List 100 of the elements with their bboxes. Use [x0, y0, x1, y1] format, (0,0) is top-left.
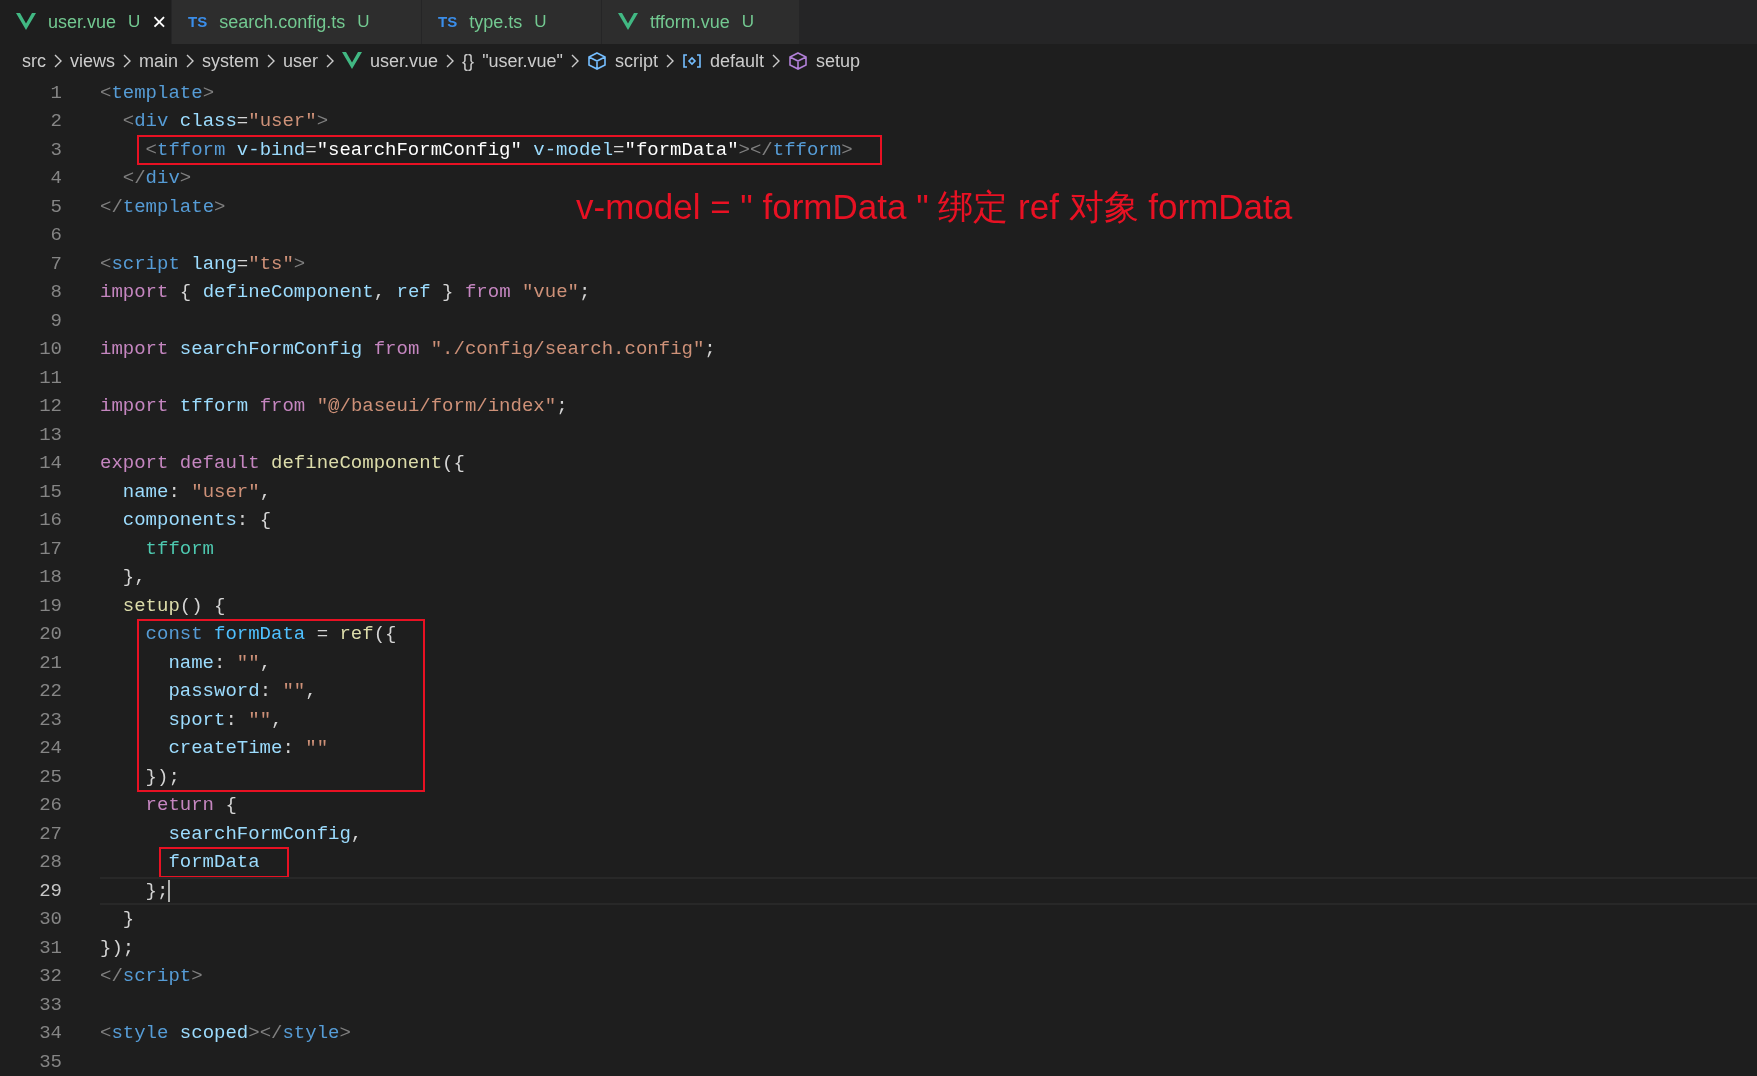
line-number: 24 [39, 736, 62, 761]
code-line: } [121, 907, 135, 932]
code-line: <style scoped></style> [100, 1021, 351, 1046]
line-number: 6 [50, 223, 62, 248]
git-status: U [534, 11, 547, 34]
editor-tab[interactable]: TS type.ts U [422, 0, 602, 45]
chevron-right-icon [771, 53, 782, 70]
line-number: 12 [39, 394, 62, 419]
code-line: return { [144, 793, 237, 818]
line-number: 13 [39, 422, 62, 448]
line-number: 31 [39, 935, 62, 961]
code-line: createTime: "" [167, 736, 329, 761]
code-line: <div class="user"> [121, 109, 329, 134]
line-number: 19 [39, 593, 62, 619]
line-number: 22 [39, 679, 62, 704]
line-number: 17 [39, 536, 62, 562]
line-number: 33 [39, 992, 62, 1018]
code-line: formData [168, 850, 260, 875]
code-line: searchFormConfig, [167, 821, 363, 847]
editor-tab[interactable]: tfform.vue U [602, 0, 800, 45]
code-line: import { defineComponent, ref } from "vue"; [100, 280, 591, 305]
git-status: U [357, 11, 370, 34]
breadcrumb-item[interactable]: main [139, 47, 179, 75]
line-number: 25 [39, 764, 62, 790]
line-number: 4 [50, 166, 62, 191]
line-number: 26 [39, 793, 62, 818]
tab-label: tfform.vue [650, 10, 730, 34]
chevron-right-icon [266, 53, 277, 70]
code-line: }, [121, 565, 146, 590]
breadcrumb-item[interactable]: system [202, 47, 260, 75]
breadcrumb-item[interactable]: src [22, 47, 46, 75]
chevron-right-icon [569, 53, 580, 70]
code-line: sport: "", [167, 707, 283, 733]
line-number: 20 [39, 622, 62, 647]
breadcrumb-item[interactable]: user [283, 47, 319, 75]
line-number: 18 [39, 565, 62, 590]
code-line: </script> [100, 964, 203, 989]
line-number: 32 [39, 964, 62, 989]
code-line: <tfform v-bind="searchFormConfig" v-model="formData"></tfform> [145, 137, 853, 163]
breadcrumb-item[interactable]: default [710, 47, 765, 75]
code-line: setup() { [121, 593, 226, 619]
line-number: 21 [39, 650, 62, 676]
line-number: 15 [39, 479, 62, 505]
chevron-right-icon [185, 53, 196, 70]
line-number: 30 [39, 907, 62, 932]
line-number: 2 [50, 109, 62, 134]
line-number: 28 [39, 850, 62, 875]
code-line: }); [145, 764, 180, 790]
code-line: components: { [121, 508, 272, 533]
brackets-icon [682, 53, 702, 70]
git-status: U [741, 11, 754, 34]
code-line: name: "", [167, 650, 272, 676]
breadcrumb-item[interactable]: script [614, 47, 658, 75]
line-number: 7 [50, 251, 62, 277]
tab-label: user.vue [48, 10, 117, 34]
code-line: tfform [144, 536, 215, 562]
chevron-right-icon [53, 53, 63, 70]
line-number: 5 [50, 194, 62, 220]
ts-file-icon: TS [438, 10, 458, 34]
editor-tab[interactable]: TS search.config.ts U [172, 0, 422, 45]
vue-icon [16, 13, 36, 32]
code-line: name: "user", [121, 479, 272, 505]
breadcrumb-item[interactable]: user.vue [370, 47, 439, 75]
vue-icon [618, 13, 638, 32]
editor-tab[interactable]: user.vue U × [0, 0, 172, 45]
breadcrumb-item[interactable]: setup [816, 47, 861, 75]
line-number: 9 [50, 308, 62, 334]
breadcrumb-item[interactable]: views [70, 47, 115, 75]
chevron-right-icon [445, 53, 456, 70]
chevron-right-icon [325, 53, 336, 70]
tab-label: type.ts [469, 10, 523, 34]
code-line: export default defineComponent({ [100, 451, 465, 476]
breadcrumb-item[interactable]: "user.vue" [482, 47, 563, 75]
code-line: </div> [121, 166, 192, 191]
code-line: import searchFormConfig from "./config/search.config"; [100, 337, 716, 362]
code-line: </template> [100, 194, 226, 220]
line-number: 11 [39, 365, 62, 391]
close-icon[interactable]: × [152, 10, 167, 35]
line-number: 29 [39, 878, 62, 904]
code-line: password: "", [167, 679, 317, 704]
line-number: 8 [50, 280, 62, 305]
line-number: 3 [50, 137, 62, 163]
code-line: import tfform from "@/baseui/form/index"; [100, 394, 568, 419]
line-number: 1 [50, 80, 62, 106]
line-number: 23 [39, 707, 62, 733]
cube-icon [788, 52, 809, 71]
code-line: <script lang="ts"> [100, 251, 306, 277]
code-line: <template> [100, 80, 215, 106]
line-number: 27 [39, 821, 62, 847]
cube-icon [586, 52, 607, 71]
git-status: U [128, 11, 141, 34]
vue-icon [342, 52, 363, 71]
code-line: const formData = ref({ [145, 622, 397, 647]
text-cursor [168, 879, 171, 902]
braces-icon: {} [462, 47, 475, 75]
annotation-text: v-model = " formData " 绑定 ref 对象 formData [576, 188, 1293, 224]
tab-label: search.config.ts [219, 10, 346, 34]
line-number: 14 [39, 451, 62, 476]
code-line: }); [100, 935, 135, 961]
chevron-right-icon [122, 53, 132, 70]
